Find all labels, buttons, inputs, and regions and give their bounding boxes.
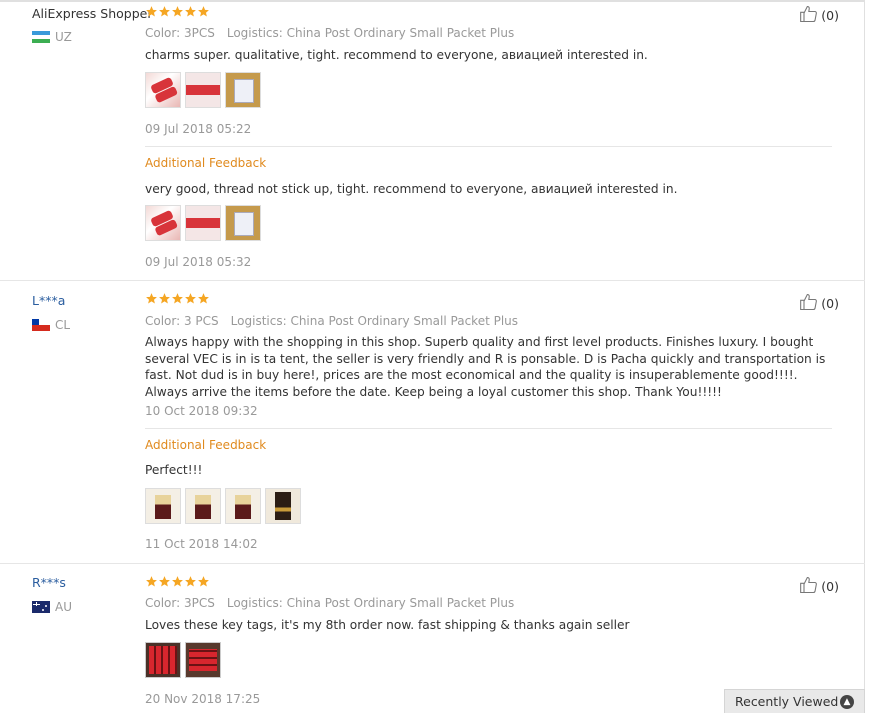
additional-feedback-label: Additional Feedback: [145, 438, 267, 452]
recently-viewed-tab[interactable]: Recently Viewed ▲: [724, 689, 865, 713]
thumbs-up-icon: [799, 292, 819, 315]
star-rating: [145, 292, 210, 305]
order-logistics: Logistics: China Post Ordinary Small Pac…: [226, 26, 515, 40]
reviewer-country: AU: [32, 600, 72, 614]
additional-feedback-label: Additional Feedback: [145, 156, 267, 170]
review-photos: [145, 72, 261, 108]
order-color: Color: 3PCS: [145, 596, 215, 610]
star-icon: [171, 5, 184, 18]
review-date: 10 Oct 2018 09:32: [145, 404, 258, 418]
review-photo[interactable]: [225, 72, 261, 108]
star-icon: [158, 292, 171, 305]
additional-feedback-text: very good, thread not stick up, tight. r…: [145, 182, 678, 196]
review-photo[interactable]: [185, 205, 221, 241]
like-button[interactable]: (0): [799, 4, 839, 27]
review-photo[interactable]: [185, 642, 221, 678]
like-button[interactable]: (0): [799, 575, 839, 598]
like-count: (0): [821, 296, 839, 311]
review-photo[interactable]: [145, 488, 181, 524]
review-text: Always happy with the shopping in this s…: [145, 335, 826, 399]
top-border: [0, 0, 865, 2]
order-color: Color: 3 PCS: [145, 314, 219, 328]
reviewer-name[interactable]: R***s: [32, 575, 66, 590]
order-color: Color: 3PCS: [145, 26, 215, 40]
divider: [145, 146, 832, 147]
additional-feedback-date: 09 Jul 2018 05:32: [145, 255, 252, 269]
star-icon: [171, 575, 184, 588]
additional-feedback-date: 11 Oct 2018 14:02: [145, 537, 258, 551]
star-rating: [145, 575, 210, 588]
review-photo[interactable]: [265, 488, 301, 524]
like-button[interactable]: (0): [799, 292, 839, 315]
right-border: [864, 0, 865, 711]
like-count: (0): [821, 8, 839, 23]
thumbs-up-icon: [799, 575, 819, 598]
country-code: AU: [55, 600, 72, 614]
order-info: Color: 3 PCS Logistics: China Post Ordin…: [145, 314, 835, 328]
star-icon: [145, 292, 158, 305]
row-separator: [0, 280, 865, 281]
divider: [145, 428, 832, 429]
thumbs-up-icon: [799, 4, 819, 27]
order-info: Color: 3PCS Logistics: China Post Ordina…: [145, 26, 835, 40]
reviewer-name[interactable]: L***a: [32, 293, 65, 308]
flag-icon: [32, 601, 50, 613]
review-photo[interactable]: [225, 488, 261, 524]
star-icon: [197, 292, 210, 305]
reviewer-country: CL: [32, 318, 70, 332]
additional-feedback-text: Perfect!!!: [145, 463, 203, 477]
recently-viewed-label: Recently Viewed: [735, 694, 839, 709]
review-photo[interactable]: [145, 72, 181, 108]
star-icon: [158, 5, 171, 18]
star-icon: [184, 292, 197, 305]
star-icon: [145, 575, 158, 588]
review-photo[interactable]: [185, 72, 221, 108]
star-icon: [158, 575, 171, 588]
review-text: charms super. qualitative, tight. recomm…: [145, 48, 648, 62]
review-text: Loves these key tags, it's my 8th order …: [145, 618, 630, 632]
star-icon: [197, 575, 210, 588]
review-date: 09 Jul 2018 05:22: [145, 122, 252, 136]
review-photos: [145, 642, 221, 678]
star-icon: [171, 292, 184, 305]
review-photo[interactable]: [145, 205, 181, 241]
like-count: (0): [821, 579, 839, 594]
order-logistics: Logistics: China Post Ordinary Small Pac…: [226, 596, 515, 610]
review-photo[interactable]: [225, 205, 261, 241]
chevron-up-icon: ▲: [840, 694, 854, 709]
review-photo[interactable]: [185, 488, 221, 524]
additional-photos: [145, 205, 261, 241]
star-icon: [197, 5, 210, 18]
row-separator: [0, 563, 865, 564]
country-code: CL: [55, 318, 71, 332]
order-info: Color: 3PCS Logistics: China Post Ordina…: [145, 596, 835, 610]
star-rating: [145, 5, 210, 18]
flag-icon: [32, 31, 50, 43]
flag-icon: [32, 319, 50, 331]
additional-photos: [145, 488, 301, 524]
reviewer-country: UZ: [32, 30, 72, 44]
star-icon: [145, 5, 158, 18]
review-photo[interactable]: [145, 642, 181, 678]
star-icon: [184, 5, 197, 18]
reviewer-name: AliExpress Shopper: [32, 6, 153, 21]
country-code: UZ: [55, 30, 72, 44]
star-icon: [184, 575, 197, 588]
order-logistics: Logistics: China Post Ordinary Small Pac…: [230, 314, 519, 328]
